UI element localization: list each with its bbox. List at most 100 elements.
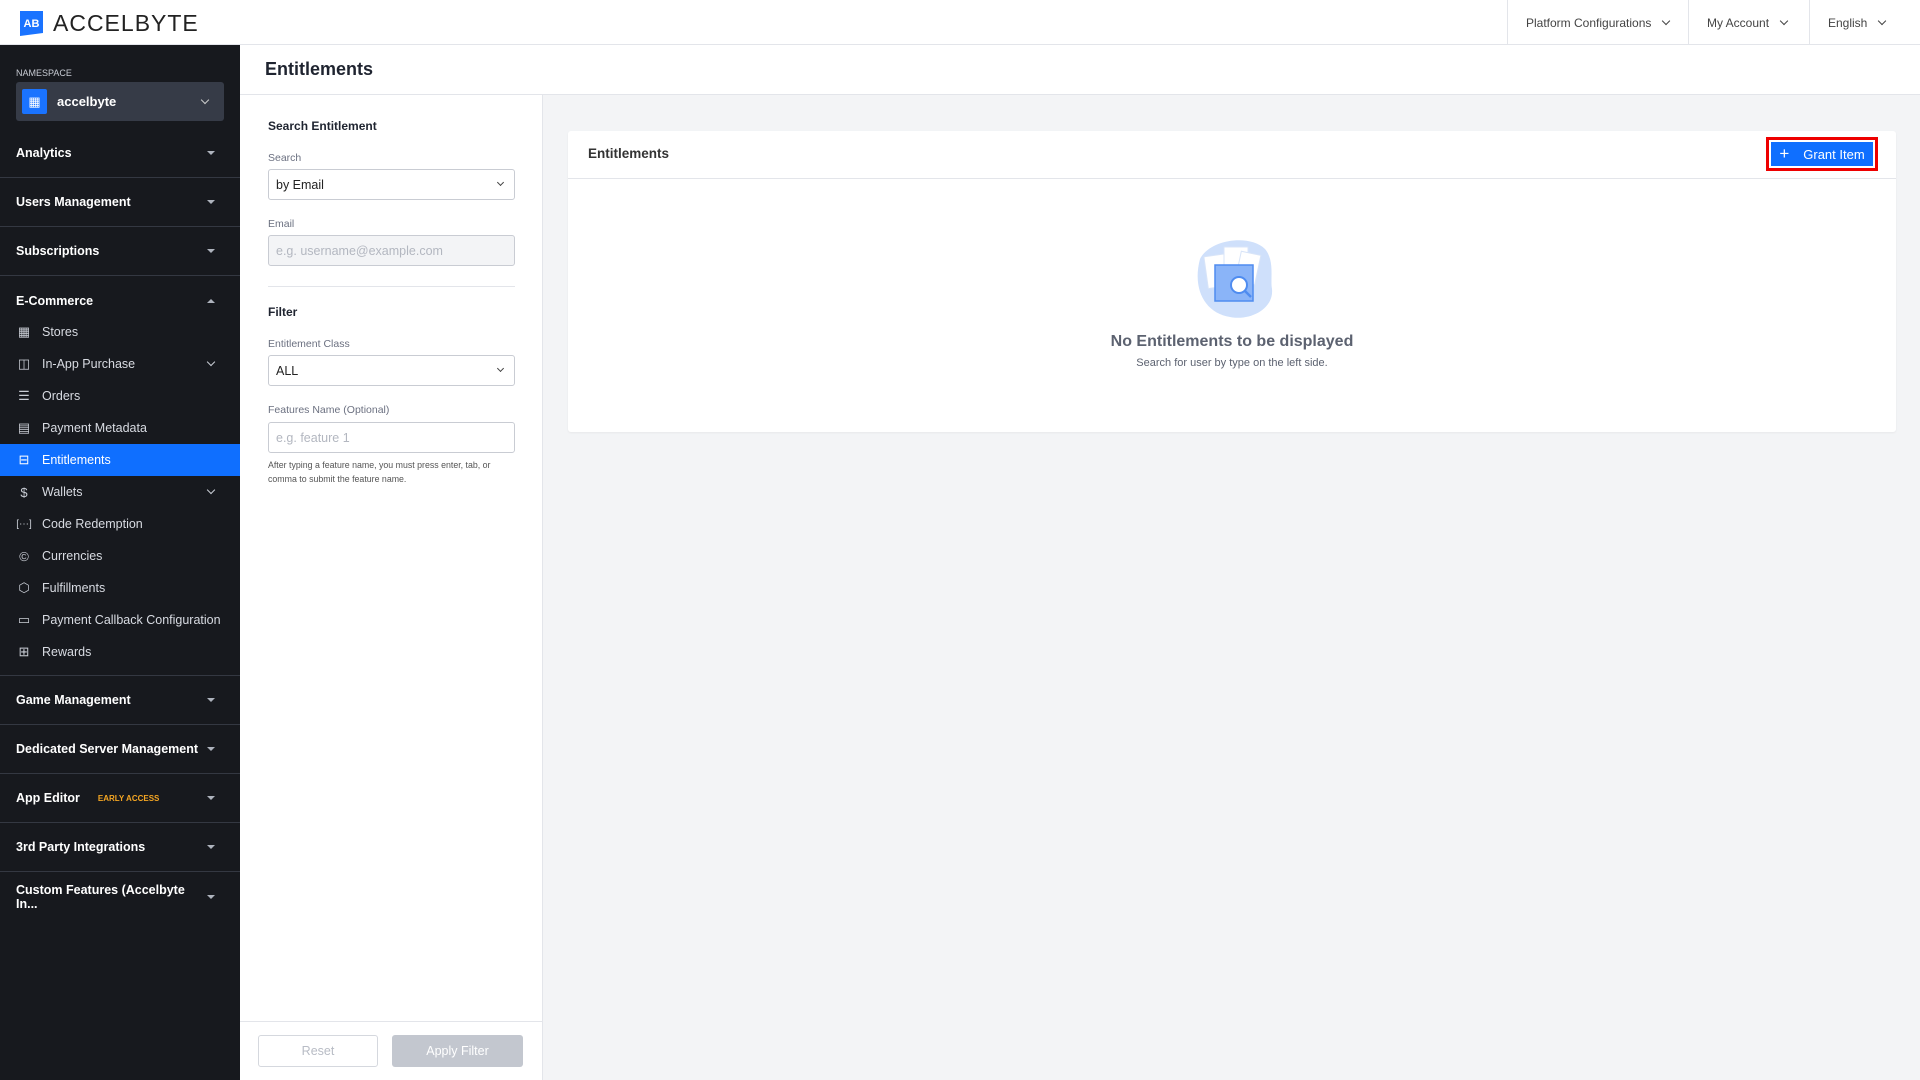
- chevron-down-icon: [496, 364, 505, 373]
- logo-text: ACCELBYTE: [53, 10, 199, 36]
- section-analytics[interactable]: Analytics: [0, 129, 240, 178]
- section-users-management[interactable]: Users Management: [0, 178, 240, 227]
- entitlement-class-select[interactable]: ALL: [268, 355, 515, 386]
- item-label: Payment Callback Configuration: [42, 613, 221, 627]
- sidebar-item-wallets[interactable]: $ Wallets: [0, 476, 240, 508]
- caret-down-icon: [207, 200, 215, 204]
- item-label: Code Redemption: [42, 517, 143, 531]
- sidebar-item-in-app-purchase[interactable]: ◫ In-App Purchase: [0, 348, 240, 380]
- section-game-management[interactable]: Game Management: [0, 676, 240, 725]
- section-label: App Editor: [16, 791, 80, 805]
- bag-icon: ◫: [17, 356, 31, 371]
- page-title: Entitlements: [265, 59, 374, 79]
- sidebar-item-fulfillments[interactable]: ⬡ Fulfillments: [0, 572, 240, 604]
- platform-configurations-menu[interactable]: Platform Configurations: [1507, 0, 1688, 45]
- namespace-label: NAMESPACE: [16, 68, 72, 78]
- placeholder: e.g. feature 1: [276, 430, 350, 445]
- search-entitlement-title: Search Entitlement: [268, 119, 377, 133]
- empty-folder-search-icon: [1197, 240, 1273, 318]
- section-3rd-party-integrations[interactable]: 3rd Party Integrations: [0, 823, 240, 872]
- sidebar-item-payment-callback-configuration[interactable]: ▭ Payment Callback Configuration: [0, 604, 240, 636]
- section-label: Custom Features (Accelbyte In...: [16, 882, 185, 911]
- footer-divider: [240, 1021, 543, 1022]
- namespace-select[interactable]: ▦ accelbyte: [16, 82, 224, 121]
- archive-icon: ⊟: [18, 452, 30, 467]
- sidebar: NAMESPACE ▦ accelbyte Analytics Users Ma…: [0, 45, 240, 1080]
- sidebar-item-payment-metadata[interactable]: ▤ Payment Metadata: [0, 412, 240, 444]
- card-icon: ▭: [17, 612, 31, 627]
- section-label: Analytics: [16, 146, 72, 160]
- apply-filter-button[interactable]: Apply Filter: [392, 1035, 523, 1067]
- caret-down-icon: [207, 249, 215, 253]
- sidebar-item-stores[interactable]: ▦ Stores: [0, 316, 240, 348]
- building-icon: ▦: [22, 89, 47, 114]
- chevron-down-icon: [496, 178, 505, 187]
- nav-label: My Account: [1707, 15, 1770, 30]
- placeholder: e.g. username@example.com: [276, 243, 443, 258]
- chevron-down-icon: [1878, 16, 1887, 25]
- caret-down-icon: [207, 894, 215, 899]
- nav-label: English: [1828, 15, 1868, 30]
- page-header: Entitlements: [240, 45, 1920, 95]
- chevron-down-icon: [200, 95, 210, 104]
- item-label: Wallets: [42, 485, 83, 499]
- item-label: Stores: [42, 325, 79, 339]
- section-label: Users Management: [16, 195, 131, 209]
- box-icon: ⬡: [18, 580, 30, 595]
- store-icon: ▦: [17, 324, 31, 339]
- search-label: Search: [268, 152, 302, 164]
- caret-down-icon: [207, 698, 215, 702]
- chevron-down-icon: [1779, 16, 1789, 25]
- filter-title: Filter: [268, 305, 298, 319]
- sidebar-item-code-redemption[interactable]: [⋯] Code Redemption: [0, 508, 240, 540]
- section-label: E-Commerce: [16, 293, 94, 308]
- document-icon: ▤: [17, 420, 31, 435]
- section-custom-features[interactable]: Custom Features (Accelbyte In...: [0, 872, 240, 921]
- entitlement-class-label: Entitlement Class: [268, 338, 350, 350]
- section-subscriptions[interactable]: Subscriptions: [0, 227, 240, 276]
- section-label: 3rd Party Integrations: [16, 840, 146, 854]
- section-label: Subscriptions: [16, 244, 100, 258]
- search-type-select[interactable]: by Email: [268, 169, 515, 200]
- item-label: Currencies: [42, 549, 103, 563]
- empty-state-subtitle: Search for user by type on the left side…: [1136, 357, 1328, 369]
- item-label: Entitlements: [42, 453, 111, 467]
- email-label: Email: [268, 218, 295, 230]
- namespace-value: accelbyte: [57, 94, 117, 109]
- caret-down-icon: [207, 151, 215, 155]
- nav-label: Platform Configurations: [1526, 15, 1652, 30]
- card-header: Entitlements + Grant Item: [568, 131, 1896, 179]
- filter-panel: Search Entitlement Search by Email Email…: [240, 95, 543, 1080]
- sidebar-item-orders[interactable]: ☰ Orders: [0, 380, 240, 412]
- card-title: Entitlements: [588, 146, 670, 161]
- select-value: by Email: [276, 177, 324, 192]
- item-label: Fulfillments: [42, 581, 106, 595]
- section-app-editor[interactable]: App Editor EARLY ACCESS: [0, 774, 240, 823]
- features-help-text: After typing a feature name, you must pr…: [268, 460, 491, 484]
- early-access-badge: EARLY ACCESS: [97, 793, 160, 803]
- features-name-label: Features Name (Optional): [268, 404, 390, 416]
- top-bar: AB ACCELBYTE Platform Configurations My …: [0, 0, 1920, 45]
- section-label: Dedicated Server Management: [16, 742, 199, 756]
- chevron-down-icon: [206, 485, 216, 495]
- caret-down-icon: [207, 796, 215, 800]
- dollar-icon: $: [20, 484, 28, 500]
- logo[interactable]: AB ACCELBYTE: [20, 10, 199, 37]
- sidebar-item-entitlements[interactable]: ⊟ Entitlements: [0, 444, 240, 476]
- item-label: In-App Purchase: [42, 357, 136, 371]
- item-label: Payment Metadata: [42, 421, 147, 435]
- grant-item-button[interactable]: + Grant Item: [1766, 137, 1878, 171]
- email-input[interactable]: e.g. username@example.com: [268, 235, 515, 266]
- sidebar-item-rewards[interactable]: ⊞ Rewards: [0, 636, 240, 668]
- plus-icon: +: [1779, 144, 1790, 163]
- section-dedicated-server-management[interactable]: Dedicated Server Management: [0, 725, 240, 774]
- accelbyte-logo-icon: AB: [20, 11, 43, 36]
- sidebar-item-currencies[interactable]: © Currencies: [0, 540, 240, 572]
- features-name-input[interactable]: e.g. feature 1: [268, 422, 515, 453]
- reset-button[interactable]: Reset: [258, 1035, 378, 1067]
- my-account-menu[interactable]: My Account: [1688, 0, 1809, 45]
- item-label: Orders: [42, 389, 81, 403]
- receipt-icon: ☰: [18, 388, 30, 403]
- language-menu[interactable]: English: [1809, 0, 1920, 45]
- gift-icon: ⊞: [18, 644, 30, 659]
